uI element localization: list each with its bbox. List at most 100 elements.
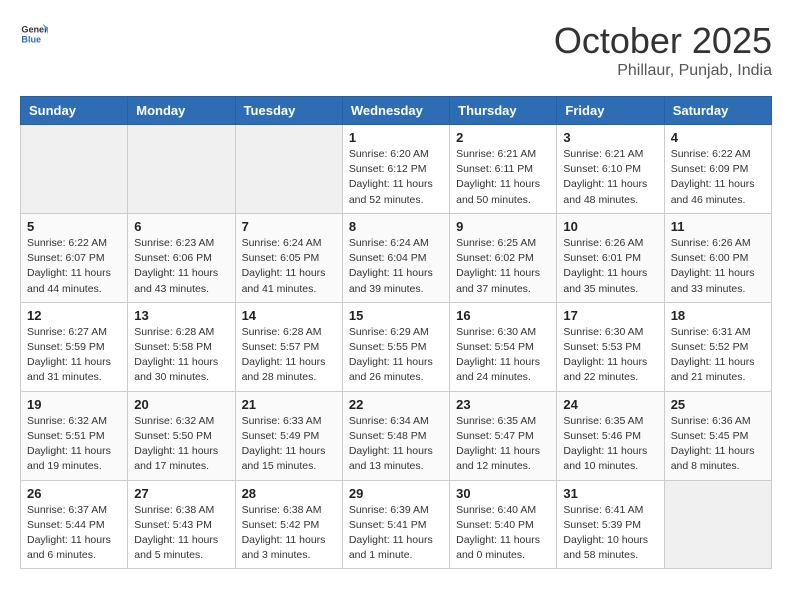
day-number: 4 — [671, 130, 765, 145]
day-number: 30 — [456, 486, 550, 501]
calendar-week-2: 5 Sunrise: 6:22 AM Sunset: 6:07 PM Daylig… — [21, 213, 772, 302]
calendar-cell: 19 Sunrise: 6:32 AM Sunset: 5:51 PM Dayli… — [21, 391, 128, 480]
day-number: 31 — [563, 486, 657, 501]
day-number: 9 — [456, 219, 550, 234]
calendar-week-3: 12 Sunrise: 6:27 AM Sunset: 5:59 PM Dayli… — [21, 302, 772, 391]
day-number: 8 — [349, 219, 443, 234]
calendar-cell: 11Sunrise: 6:26 AM Sunset: 6:00 PM Dayli… — [664, 213, 771, 302]
calendar-cell: 21 Sunrise: 6:33 AM Sunset: 5:49 PM Dayli… — [235, 391, 342, 480]
page-header: General Blue October 2025 Phillaur, Punj… — [20, 20, 772, 80]
day-info: Sunrise: 6:35 AM Sunset: 5:46 PM Dayligh… — [563, 414, 657, 475]
day-info: Sunrise: 6:21 AM Sunset: 6:10 PM Dayligh… — [563, 147, 657, 208]
day-info: Sunrise: 6:24 AM Sunset: 6:04 PM Dayligh… — [349, 236, 443, 297]
calendar-cell: 26 Sunrise: 6:37 AM Sunset: 5:44 PM Dayli… — [21, 480, 128, 569]
logo-icon: General Blue — [20, 20, 48, 48]
day-number: 20 — [134, 397, 228, 412]
calendar-cell: 1 Sunrise: 6:20 AM Sunset: 6:12 PM Daylig… — [342, 125, 449, 214]
weekday-header-saturday: Saturday — [664, 97, 771, 125]
day-number: 3 — [563, 130, 657, 145]
svg-text:Blue: Blue — [21, 34, 41, 44]
day-info: Sunrise: 6:28 AM Sunset: 5:58 PM Dayligh… — [134, 325, 228, 386]
day-info: Sunrise: 6:39 AM Sunset: 5:41 PM Dayligh… — [349, 503, 443, 564]
day-number: 18 — [671, 308, 765, 323]
calendar-cell: 29 Sunrise: 6:39 AM Sunset: 5:41 PM Dayli… — [342, 480, 449, 569]
day-info: Sunrise: 6:22 AM Sunset: 6:07 PM Dayligh… — [27, 236, 121, 297]
calendar-cell: 12 Sunrise: 6:27 AM Sunset: 5:59 PM Dayli… — [21, 302, 128, 391]
calendar-cell — [235, 125, 342, 214]
day-info: Sunrise: 6:25 AM Sunset: 6:02 PM Dayligh… — [456, 236, 550, 297]
day-info: Sunrise: 6:32 AM Sunset: 5:50 PM Dayligh… — [134, 414, 228, 475]
day-number: 5 — [27, 219, 121, 234]
day-info: Sunrise: 6:23 AM Sunset: 6:06 PM Dayligh… — [134, 236, 228, 297]
calendar-cell: 6 Sunrise: 6:23 AM Sunset: 6:06 PM Daylig… — [128, 213, 235, 302]
day-number: 2 — [456, 130, 550, 145]
day-info: Sunrise: 6:34 AM Sunset: 5:48 PM Dayligh… — [349, 414, 443, 475]
day-info: Sunrise: 6:40 AM Sunset: 5:40 PM Dayligh… — [456, 503, 550, 564]
day-number: 16 — [456, 308, 550, 323]
weekday-header-friday: Friday — [557, 97, 664, 125]
day-info: Sunrise: 6:33 AM Sunset: 5:49 PM Dayligh… — [242, 414, 336, 475]
calendar-cell: 16 Sunrise: 6:30 AM Sunset: 5:54 PM Dayli… — [450, 302, 557, 391]
day-info: Sunrise: 6:21 AM Sunset: 6:11 PM Dayligh… — [456, 147, 550, 208]
calendar-cell — [664, 480, 771, 569]
day-info: Sunrise: 6:24 AM Sunset: 6:05 PM Dayligh… — [242, 236, 336, 297]
day-number: 26 — [27, 486, 121, 501]
weekday-header-wednesday: Wednesday — [342, 97, 449, 125]
day-info: Sunrise: 6:30 AM Sunset: 5:54 PM Dayligh… — [456, 325, 550, 386]
weekday-header-row: SundayMondayTuesdayWednesdayThursdayFrid… — [21, 97, 772, 125]
day-number: 27 — [134, 486, 228, 501]
day-number: 25 — [671, 397, 765, 412]
day-info: Sunrise: 6:22 AM Sunset: 6:09 PM Dayligh… — [671, 147, 765, 208]
calendar-cell: 28 Sunrise: 6:38 AM Sunset: 5:42 PM Dayli… — [235, 480, 342, 569]
calendar-cell: 8 Sunrise: 6:24 AM Sunset: 6:04 PM Daylig… — [342, 213, 449, 302]
day-number: 24 — [563, 397, 657, 412]
day-info: Sunrise: 6:26 AM Sunset: 6:00 PM Dayligh… — [671, 236, 765, 297]
day-info: Sunrise: 6:38 AM Sunset: 5:42 PM Dayligh… — [242, 503, 336, 564]
day-number: 12 — [27, 308, 121, 323]
calendar-week-1: 1 Sunrise: 6:20 AM Sunset: 6:12 PM Daylig… — [21, 125, 772, 214]
day-info: Sunrise: 6:37 AM Sunset: 5:44 PM Dayligh… — [27, 503, 121, 564]
day-info: Sunrise: 6:38 AM Sunset: 5:43 PM Dayligh… — [134, 503, 228, 564]
calendar-cell: 31 Sunrise: 6:41 AM Sunset: 5:39 PM Dayli… — [557, 480, 664, 569]
calendar-cell: 18 Sunrise: 6:31 AM Sunset: 5:52 PM Dayli… — [664, 302, 771, 391]
day-number: 28 — [242, 486, 336, 501]
day-number: 29 — [349, 486, 443, 501]
day-info: Sunrise: 6:31 AM Sunset: 5:52 PM Dayligh… — [671, 325, 765, 386]
calendar-cell: 17Sunrise: 6:30 AM Sunset: 5:53 PM Dayli… — [557, 302, 664, 391]
calendar-cell: 7 Sunrise: 6:24 AM Sunset: 6:05 PM Daylig… — [235, 213, 342, 302]
weekday-header-tuesday: Tuesday — [235, 97, 342, 125]
weekday-header-thursday: Thursday — [450, 97, 557, 125]
calendar-cell: 13 Sunrise: 6:28 AM Sunset: 5:58 PM Dayli… — [128, 302, 235, 391]
calendar-cell: 15Sunrise: 6:29 AM Sunset: 5:55 PM Dayli… — [342, 302, 449, 391]
day-number: 13 — [134, 308, 228, 323]
day-info: Sunrise: 6:27 AM Sunset: 5:59 PM Dayligh… — [27, 325, 121, 386]
location-title: Phillaur, Punjab, India — [554, 62, 772, 80]
calendar-table: SundayMondayTuesdayWednesdayThursdayFrid… — [20, 96, 772, 569]
day-number: 7 — [242, 219, 336, 234]
day-number: 10 — [563, 219, 657, 234]
calendar-cell: 24 Sunrise: 6:35 AM Sunset: 5:46 PM Dayli… — [557, 391, 664, 480]
day-number: 14 — [242, 308, 336, 323]
day-info: Sunrise: 6:32 AM Sunset: 5:51 PM Dayligh… — [27, 414, 121, 475]
day-number: 22 — [349, 397, 443, 412]
calendar-cell: 23Sunrise: 6:35 AM Sunset: 5:47 PM Dayli… — [450, 391, 557, 480]
day-info: Sunrise: 6:20 AM Sunset: 6:12 PM Dayligh… — [349, 147, 443, 208]
day-number: 1 — [349, 130, 443, 145]
calendar-cell: 3 Sunrise: 6:21 AM Sunset: 6:10 PM Daylig… — [557, 125, 664, 214]
calendar-cell: 22 Sunrise: 6:34 AM Sunset: 5:48 PM Dayli… — [342, 391, 449, 480]
day-info: Sunrise: 6:28 AM Sunset: 5:57 PM Dayligh… — [242, 325, 336, 386]
day-number: 21 — [242, 397, 336, 412]
day-info: Sunrise: 6:30 AM Sunset: 5:53 PM Dayligh… — [563, 325, 657, 386]
title-area: October 2025 Phillaur, Punjab, India — [554, 20, 772, 80]
day-number: 23 — [456, 397, 550, 412]
calendar-cell: 30 Sunrise: 6:40 AM Sunset: 5:40 PM Dayli… — [450, 480, 557, 569]
calendar-cell: 10Sunrise: 6:26 AM Sunset: 6:01 PM Dayli… — [557, 213, 664, 302]
weekday-header-sunday: Sunday — [21, 97, 128, 125]
day-info: Sunrise: 6:41 AM Sunset: 5:39 PM Dayligh… — [563, 503, 657, 564]
calendar-cell: 2 Sunrise: 6:21 AM Sunset: 6:11 PM Daylig… — [450, 125, 557, 214]
calendar-cell — [128, 125, 235, 214]
calendar-cell: 4 Sunrise: 6:22 AM Sunset: 6:09 PM Daylig… — [664, 125, 771, 214]
calendar-cell: 14 Sunrise: 6:28 AM Sunset: 5:57 PM Dayli… — [235, 302, 342, 391]
day-number: 19 — [27, 397, 121, 412]
day-number: 6 — [134, 219, 228, 234]
